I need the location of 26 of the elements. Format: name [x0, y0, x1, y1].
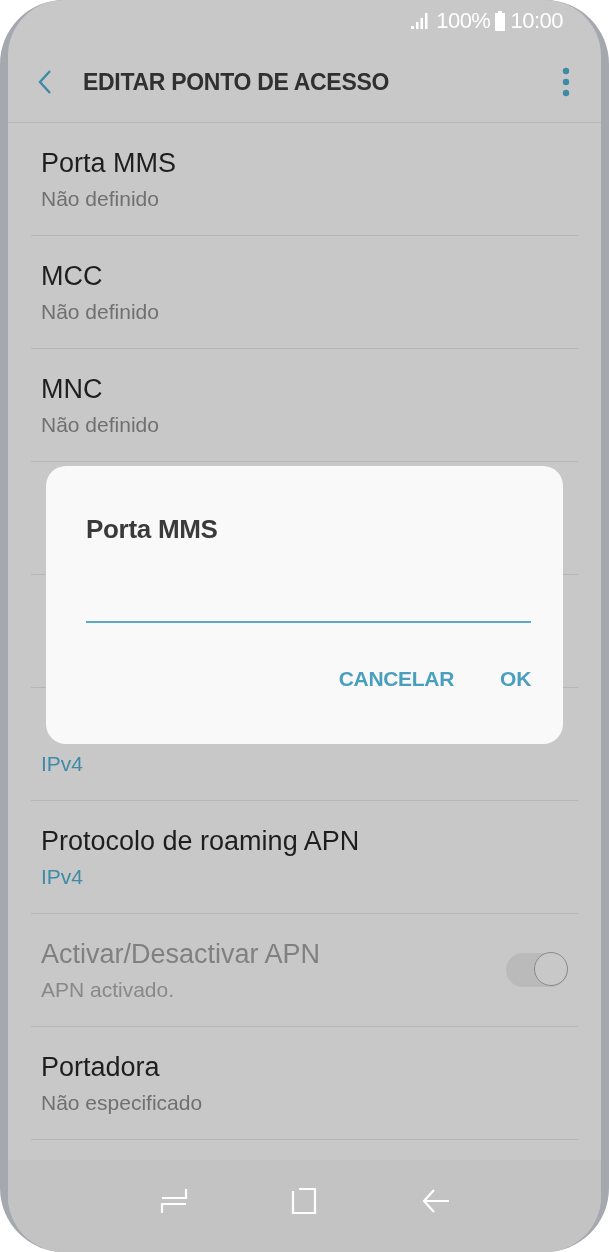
setting-title: Portadora — [41, 1051, 160, 1083]
setting-title: Protocolo de roaming APN — [41, 825, 360, 857]
setting-value: Não definido — [41, 299, 159, 324]
home-icon[interactable] — [290, 1187, 319, 1215]
setting-item[interactable]: Porta MMS Não definido — [31, 123, 578, 236]
setting-item[interactable]: MCC Não definido — [31, 236, 578, 349]
back-icon[interactable] — [38, 69, 52, 95]
signal-icon — [410, 12, 431, 30]
setting-item[interactable]: Portadora Não especificado — [31, 1027, 578, 1140]
setting-value: Não especificado — [41, 1090, 203, 1115]
page-title: EDITAR PONTO DE ACESSO — [83, 68, 391, 96]
setting-title: Porta MMS — [41, 147, 177, 179]
setting-value: Não definido — [41, 412, 159, 437]
setting-item[interactable]: Protocolo de roaming APN IPv4 — [31, 801, 578, 914]
battery-icon — [494, 11, 507, 31]
recent-apps-icon[interactable] — [159, 1187, 188, 1215]
setting-title: MCC — [41, 260, 103, 292]
setting-value: APN activado. — [41, 977, 175, 1002]
dialog-title: Porta MMS — [86, 514, 218, 545]
setting-title: MNC — [41, 373, 103, 405]
setting-value: IPv4 — [41, 751, 84, 776]
setting-value: Não definido — [41, 186, 159, 211]
setting-item[interactable]: MNC Não definido — [31, 349, 578, 462]
setting-value: IPv4 — [41, 864, 84, 889]
setting-title: Activar/Desactivar APN — [41, 938, 321, 970]
more-options-icon[interactable] — [562, 67, 570, 97]
